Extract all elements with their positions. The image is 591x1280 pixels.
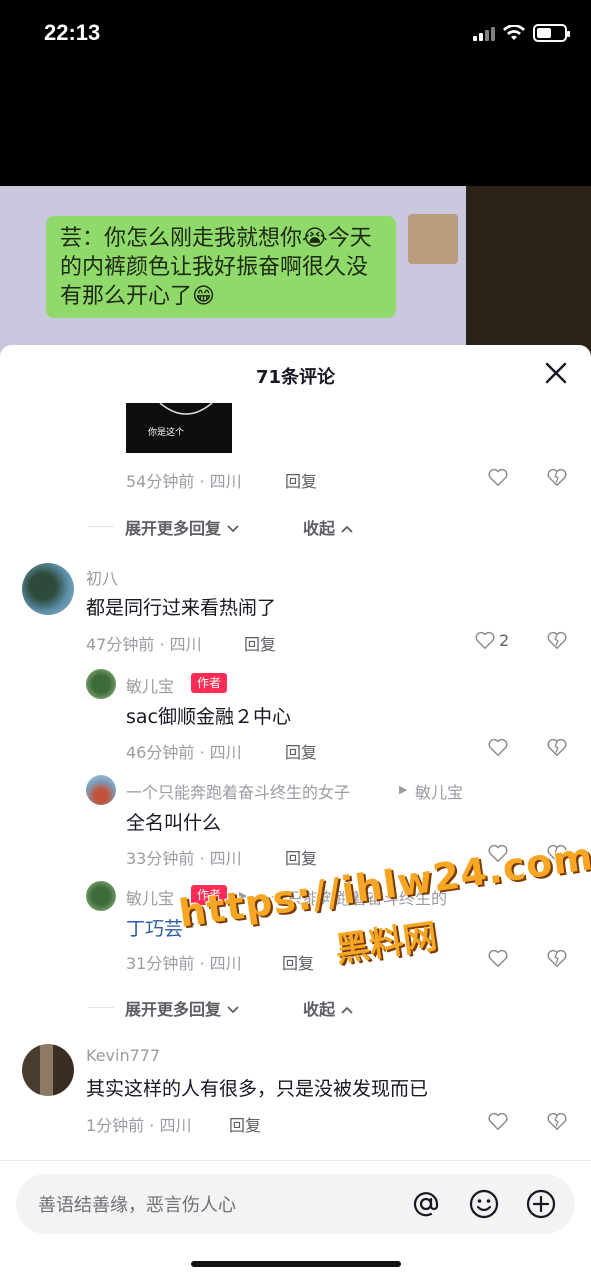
wifi-icon (503, 24, 525, 40)
avatar[interactable] (86, 669, 116, 699)
heart-icon[interactable] (487, 1110, 509, 1132)
reply-username[interactable]: 敏儿宝 (126, 673, 174, 697)
comment-image[interactable]: 你是这个 (126, 403, 264, 453)
broken-heart-icon[interactable] (546, 466, 568, 488)
broken-heart-icon[interactable] (546, 629, 568, 651)
reply-to-username[interactable]: 敏儿宝 (415, 779, 463, 803)
status-bar: 22:13 (0, 0, 591, 70)
chat-avatar (408, 214, 458, 264)
reply-meta: 46分钟前 · 四川 (126, 743, 242, 762)
broken-heart-icon[interactable] (546, 736, 568, 758)
comment-count-title: 71条评论 (255, 367, 336, 388)
status-icons (473, 24, 570, 42)
heart-icon[interactable] (487, 736, 509, 758)
heart-icon[interactable] (487, 466, 509, 488)
video-preview[interactable]: 芸：你怎么刚走我就想你😭今天的内裤颜色让我好振奋啊很久没有那么开心了😁 (0, 186, 591, 366)
at-icon[interactable] (410, 1188, 442, 1220)
comment-text: 都是同行过来看热闹了 (86, 597, 277, 619)
comment-text: 其实这样的人有很多，只是没被发现而已 (86, 1078, 429, 1100)
avatar[interactable] (86, 881, 116, 911)
expand-more-button[interactable]: 展开更多回复 (125, 996, 239, 1020)
reply-button[interactable]: 回复 (229, 1112, 261, 1136)
comment-meta: 54分钟前 · 四川 (126, 472, 242, 491)
avatar[interactable] (86, 775, 116, 805)
reply-button[interactable]: 回复 (285, 739, 317, 763)
collapse-button[interactable]: 收起 (303, 515, 353, 539)
reply-text: sac御顺金融２中心 (126, 706, 291, 728)
expand-replies-row: 展开更多回复 收起 (88, 996, 508, 1020)
reply-username[interactable]: 一个只能奔跑着奋斗终生的女子 (126, 779, 350, 803)
like-count: 2 (499, 631, 510, 650)
chevron-up-icon (340, 1006, 353, 1014)
comment-username[interactable]: Kevin777 (86, 1046, 160, 1065)
close-icon[interactable] (543, 360, 569, 386)
collapse-button[interactable]: 收起 (303, 996, 353, 1020)
comment-input[interactable]: 善语结善缘，恶言伤人心 (16, 1174, 575, 1234)
author-badge: 作者 (191, 673, 228, 693)
home-indicator[interactable] (191, 1261, 401, 1267)
status-time: 22:13 (44, 20, 101, 45)
reply-meta: 33分钟前 · 四川 (126, 849, 242, 868)
expand-replies-row: 展开更多回复 收起 (88, 515, 508, 539)
plus-icon[interactable] (525, 1188, 557, 1220)
broken-heart-icon[interactable] (546, 947, 568, 969)
battery-icon (533, 24, 570, 42)
comment-sheet: 71条评论 你是这个 54分钟前 · 四川 回复 展开更多回复 收起 初八 都是… (0, 345, 591, 1280)
chevron-up-icon (340, 525, 353, 533)
reply-arrow-icon: ▶ (399, 783, 408, 796)
reply-button[interactable]: 回复 (285, 468, 317, 492)
broken-heart-icon[interactable] (546, 1110, 568, 1132)
comment-meta: 47分钟前 · 四川 (86, 635, 202, 654)
chevron-down-icon (226, 1006, 239, 1014)
chat-bubble: 芸：你怎么刚走我就想你😭今天的内裤颜色让我好振奋啊很久没有那么开心了😁 (46, 216, 396, 318)
chevron-down-icon (226, 525, 239, 533)
expand-more-button[interactable]: 展开更多回复 (125, 515, 239, 539)
comment-username[interactable]: 初八 (86, 565, 118, 589)
emoji-icon[interactable] (468, 1188, 500, 1220)
heart-icon[interactable] (474, 629, 496, 651)
avatar[interactable] (22, 1044, 74, 1096)
reply-button[interactable]: 回复 (244, 631, 276, 655)
input-placeholder: 善语结善缘，恶言伤人心 (38, 1195, 236, 1216)
reply-username[interactable]: 敏儿宝 (126, 885, 174, 909)
comment-meta: 1分钟前 · 四川 (86, 1116, 192, 1135)
image-caption: 你是这个 (148, 428, 185, 438)
reply-text: 全名叫什么 (126, 812, 222, 834)
avatar[interactable] (22, 563, 74, 615)
signal-icon (473, 25, 495, 41)
